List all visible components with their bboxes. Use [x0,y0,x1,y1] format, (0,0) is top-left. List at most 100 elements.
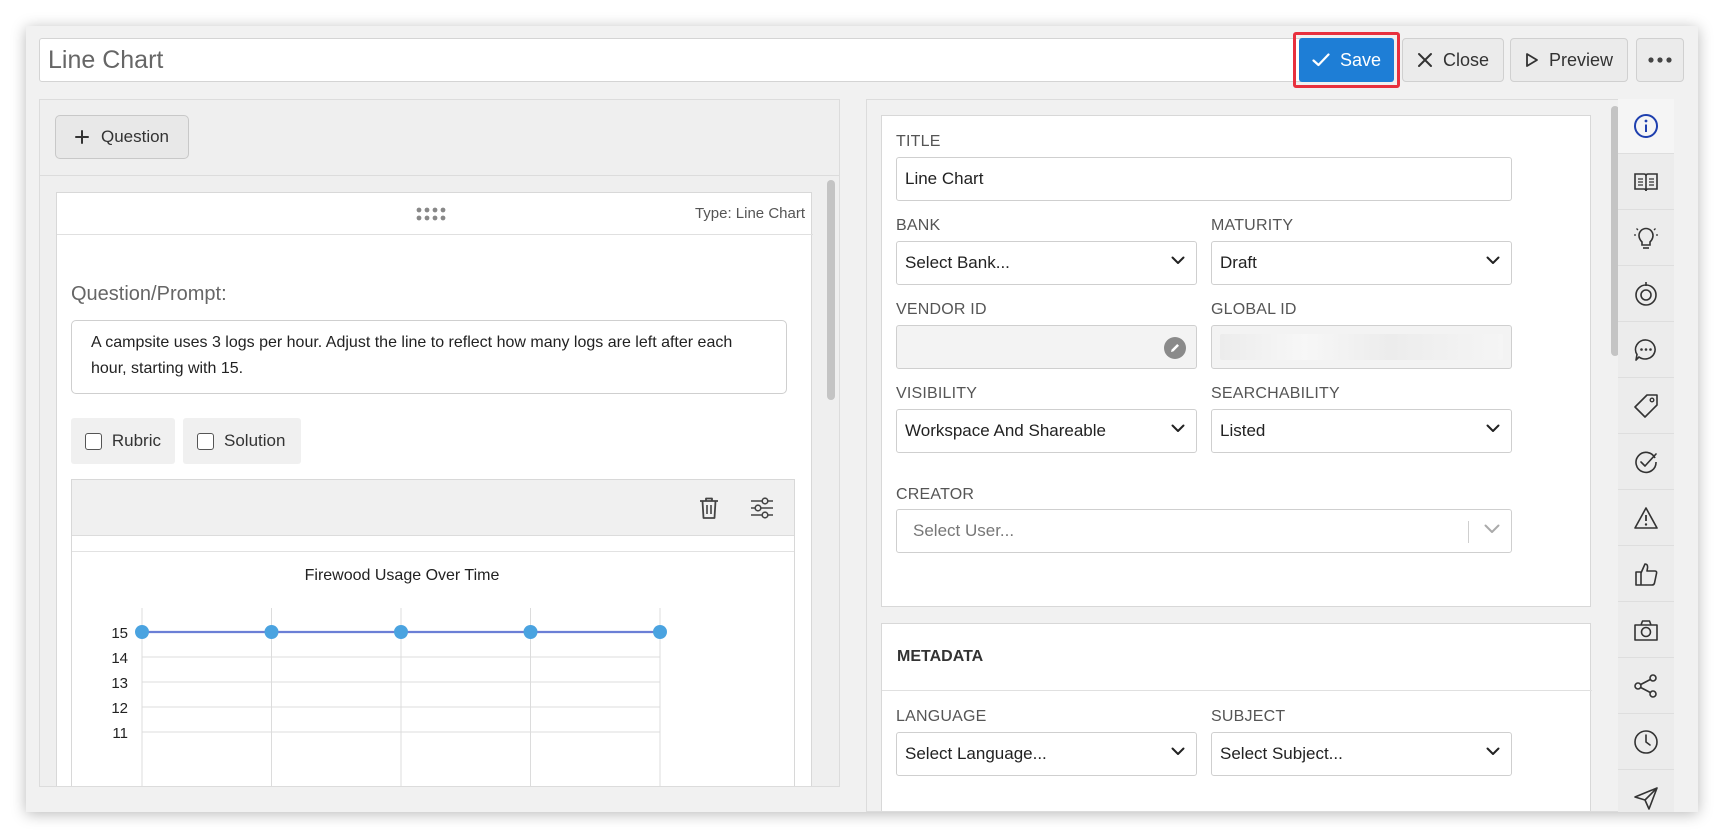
target-icon [1635,282,1657,306]
close-icon [1417,53,1432,67]
info-icon [1634,114,1658,138]
title-field[interactable]: Line Chart [896,157,1512,201]
rubric-toggle[interactable]: Rubric [71,418,175,464]
rubric-label: Rubric [111,431,161,450]
maturity-label: MATURITY [1211,217,1294,234]
data-point[interactable] [394,625,408,639]
language-value: Select Language... [905,744,1047,763]
chevron-down-icon [1486,256,1500,264]
settings-sliders-icon[interactable] [750,496,774,520]
line-chart[interactable]: Firewood Usage Over Time 15 14 13 12 11 [72,552,794,787]
creator-select[interactable]: Select User... [896,509,1512,553]
solution-checkbox[interactable] [197,432,214,450]
prompt-textarea[interactable]: A campsite uses 3 logs per hour. Adjust … [71,320,787,394]
tag-icon [1634,394,1658,418]
vendor-id-label: VENDOR ID [896,301,987,318]
rail-issues[interactable] [1618,491,1674,546]
chart-block: Firewood Usage Over Time 15 14 13 12 11 [71,479,795,787]
vendor-id-field[interactable] [896,325,1197,369]
rubric-checkbox[interactable] [85,432,102,450]
maturity-value: Draft [1220,253,1257,272]
chevron-down-icon [1484,524,1500,533]
rail-hint[interactable] [1618,211,1674,266]
chevron-down-icon [1171,747,1185,755]
y-tick-label: 14 [111,650,128,667]
lightbulb-icon [1634,227,1658,249]
data-point[interactable] [653,625,667,639]
add-question-button[interactable]: Question [55,115,189,159]
more-icon [1648,57,1672,63]
question-card-header: Type: Line Chart [57,193,813,235]
data-point[interactable] [135,625,149,639]
question-card: Type: Line Chart Question/Prompt: A camp… [56,192,813,787]
rail-history[interactable] [1618,715,1674,770]
rail-comments[interactable] [1618,323,1674,378]
send-icon [1634,787,1658,810]
details-section: TITLE Line Chart BANK Select Bank... MAT… [881,115,1591,607]
subject-select[interactable]: Select Subject... [1211,732,1512,776]
y-tick-label: 15 [111,625,128,642]
title-field-label: TITLE [896,133,941,150]
chart-area: Firewood Usage Over Time 15 14 13 12 11 [72,551,794,787]
divider [882,690,1592,691]
warning-icon [1634,507,1658,529]
subject-value: Select Subject... [1220,744,1343,763]
question-scrollbar[interactable] [827,180,835,400]
data-point[interactable] [523,625,538,639]
close-button[interactable]: Close [1402,38,1504,82]
trash-icon[interactable] [698,496,720,520]
side-icon-rail [1618,99,1674,812]
close-label: Close [1442,49,1490,70]
language-select[interactable]: Select Language... [896,732,1197,776]
item-title-input[interactable]: Line Chart [39,38,1317,82]
thumbs-up-icon [1635,563,1658,586]
rail-send[interactable] [1618,771,1674,812]
chevron-down-icon [1171,424,1185,432]
solution-label: Solution [224,431,286,450]
comment-icon [1634,339,1656,361]
bank-label: BANK [896,217,941,234]
drag-handle-icon[interactable] [415,206,451,222]
rail-feedback[interactable] [1618,547,1674,602]
solution-toggle[interactable]: Solution [183,418,301,464]
bank-select[interactable]: Select Bank... [896,241,1197,285]
rail-objective[interactable] [1618,267,1674,322]
play-icon [1526,53,1538,67]
creator-placeholder: Select User... [913,521,1015,540]
y-tick-label: 12 [111,700,128,717]
divider [40,175,839,176]
check-icon [1312,53,1330,67]
clock-icon [1634,730,1658,754]
chart-toolbar [72,480,794,536]
check-circle-icon [1635,451,1657,474]
question-type-label: Type: Line Chart [694,205,805,222]
rail-share[interactable] [1618,659,1674,714]
prompt-label: Question/Prompt: [71,283,227,305]
data-point[interactable] [264,625,279,639]
searchability-value: Listed [1220,421,1266,440]
creator-label: CREATOR [896,486,975,503]
rail-review[interactable] [1618,435,1674,490]
save-label: Save [1339,49,1382,70]
global-id-blurred-value [1220,334,1503,360]
global-id-field [1211,325,1512,369]
save-button[interactable]: Save [1299,38,1394,82]
preview-button[interactable]: Preview [1510,38,1628,82]
rail-tags[interactable] [1618,379,1674,434]
maturity-select[interactable]: Draft [1211,241,1512,285]
rail-info[interactable] [1618,99,1674,154]
edit-pencil-icon[interactable] [1164,337,1186,359]
chevron-down-icon [1486,424,1500,432]
chevron-down-icon [1171,256,1185,264]
add-question-label: Question [100,127,170,146]
more-options-button[interactable] [1636,38,1684,82]
plus-icon [74,130,89,144]
chart-title: Firewood Usage Over Time [305,567,500,584]
camera-icon [1634,620,1658,641]
rail-book[interactable] [1618,155,1674,210]
searchability-select[interactable]: Listed [1211,409,1512,453]
rail-media[interactable] [1618,603,1674,658]
editor-window: Line Chart Save Close Preview Question T… [26,26,1698,812]
book-icon [1634,173,1658,192]
visibility-select[interactable]: Workspace And Shareable [896,409,1197,453]
